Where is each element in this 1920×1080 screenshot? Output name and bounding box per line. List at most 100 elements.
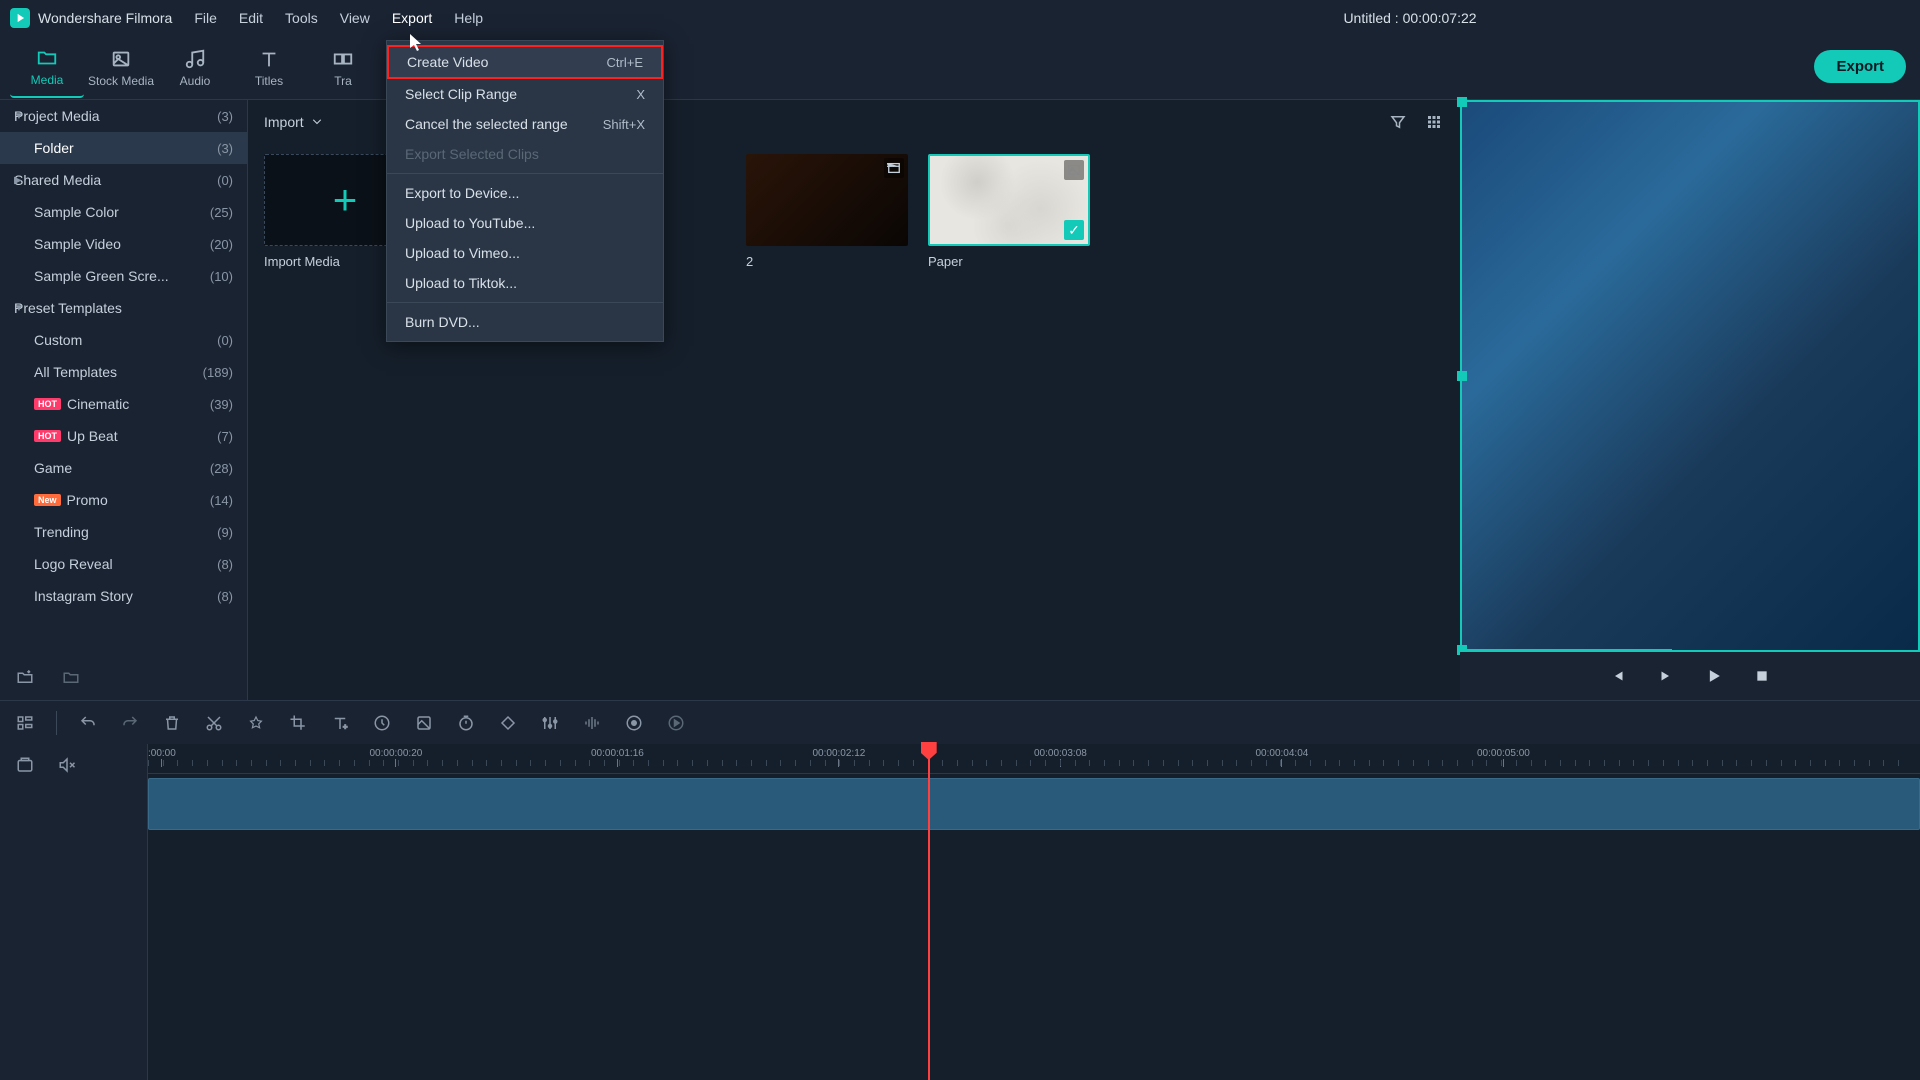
sidebar-item-shared-media[interactable]: ▶Shared Media(0) [0,164,247,196]
menu-item-select-clip-range[interactable]: Select Clip RangeX [387,79,663,109]
titles-icon [258,48,280,70]
cut-icon[interactable] [203,712,225,734]
new-folder-icon[interactable] [14,666,36,688]
sidebar-item-preset-templates[interactable]: ▼Preset Templates [0,292,247,324]
item-count: (3) [217,109,233,124]
ruler-tick: 00:00:01:16 [591,748,644,767]
expand-arrow: ▼ [14,111,24,122]
duration-icon[interactable] [455,712,477,734]
snapshot-icon[interactable] [14,754,36,776]
menu-file[interactable]: File [192,6,219,30]
marker-icon[interactable] [245,712,267,734]
sidebar-item-folder[interactable]: Folder(3) [0,132,247,164]
text-icon[interactable]: + [329,712,351,734]
undo-icon[interactable] [77,712,99,734]
sidebar-item-promo[interactable]: NewPromo(14) [0,484,247,516]
media-thumb[interactable]: ✓ [928,154,1090,246]
menu-help[interactable]: Help [452,6,485,30]
menu-item-export-to-device-[interactable]: Export to Device... [387,178,663,208]
sidebar-item-all-templates[interactable]: All Templates(189) [0,356,247,388]
item-count: (8) [217,589,233,604]
media-item[interactable]: ✓ Paper [928,154,1090,269]
filter-icon[interactable] [1388,112,1408,132]
timeline-area: :00:0000:00:00:2000:00:01:1600:00:02:120… [0,744,1920,1080]
sidebar-item-sample-color[interactable]: Sample Color(25) [0,196,247,228]
sidebar-item-instagram-story[interactable]: Instagram Story(8) [0,580,247,612]
video-badge-icon [884,158,904,178]
speed-icon[interactable] [371,712,393,734]
next-frame-button[interactable] [1654,664,1678,688]
menu-tools[interactable]: Tools [283,6,320,30]
preview-viewport[interactable] [1460,100,1920,652]
media-thumb[interactable] [746,154,908,246]
media-item[interactable]: 2 [746,154,908,269]
sidebar-item-up-beat[interactable]: HOTUp Beat(7) [0,420,247,452]
folder-icon[interactable] [60,666,82,688]
sidebar-item-custom[interactable]: Custom(0) [0,324,247,356]
menu-item-upload-to-vimeo-[interactable]: Upload to Vimeo... [387,238,663,268]
menu-item-burn-dvd-[interactable]: Burn DVD... [387,307,663,337]
item-count: (39) [210,397,233,412]
adjust-icon[interactable] [539,712,561,734]
sidebar-item-trending[interactable]: Trending(9) [0,516,247,548]
export-button[interactable]: Export [1814,50,1906,83]
tab-media[interactable]: Media [10,38,84,98]
expand-arrow: ▶ [14,175,22,186]
grid-view-icon[interactable] [1424,112,1444,132]
sidebar-item-project-media[interactable]: ▼Project Media(3) [0,100,247,132]
menu-item-cancel-the-selected-range[interactable]: Cancel the selected rangeShift+X [387,109,663,139]
stock media-icon [110,48,132,70]
tab-titles[interactable]: Titles [232,38,306,98]
prev-frame-button[interactable] [1606,664,1630,688]
ruler-tick: 00:00:00:20 [370,748,423,767]
menu-item-upload-to-youtube-[interactable]: Upload to YouTube... [387,208,663,238]
media-icon [36,47,58,69]
menu-export[interactable]: Export [390,6,434,30]
timeline-toolbar: + [0,700,1920,744]
stop-button[interactable] [1750,664,1774,688]
item-count: (20) [210,237,233,252]
audio-icon[interactable] [581,712,603,734]
sidebar-item-sample-video[interactable]: Sample Video(20) [0,228,247,260]
audio-icon [184,48,206,70]
track-options-icon[interactable] [14,712,36,734]
color-icon[interactable] [413,712,435,734]
timeline-clip[interactable] [148,778,1920,830]
playhead[interactable] [928,744,930,1080]
shortcut-label: Ctrl+E [607,55,643,70]
tab-stock-media[interactable]: Stock Media [84,38,158,98]
item-count: (0) [217,333,233,348]
sidebar-item-game[interactable]: Game(28) [0,452,247,484]
sidebar-item-cinematic[interactable]: HOTCinematic(39) [0,388,247,420]
mute-icon[interactable] [56,754,78,776]
menu-edit[interactable]: Edit [237,6,265,30]
shortcut-label: X [636,87,645,102]
keyframe-icon[interactable] [497,712,519,734]
item-count: (28) [210,461,233,476]
crop-icon[interactable] [287,712,309,734]
menu-view[interactable]: View [338,6,372,30]
redo-icon[interactable] [119,712,141,734]
sidebar-item-logo-reveal[interactable]: Logo Reveal(8) [0,548,247,580]
item-count: (8) [217,557,233,572]
preview-panel [1460,100,1920,700]
tab-tra[interactable]: Tra [306,38,380,98]
menu-item-upload-to-tiktok-[interactable]: Upload to Tiktok... [387,268,663,298]
menu-item-export-selected-clips: Export Selected Clips [387,139,663,169]
render-icon[interactable] [665,712,687,734]
timeline-ruler: :00:0000:00:00:2000:00:01:1600:00:02:120… [148,744,1920,774]
plus-icon: + [333,176,358,224]
tab-audio[interactable]: Audio [158,38,232,98]
ruler-tick: 00:00:04:04 [1256,748,1309,767]
delete-icon[interactable] [161,712,183,734]
hot-badge: HOT [34,398,61,410]
play-button[interactable] [1702,664,1726,688]
menu-item-create-video[interactable]: Create VideoCtrl+E [387,45,663,79]
import-dropdown[interactable]: Import [264,114,322,130]
item-count: (0) [217,173,233,188]
record-icon[interactable] [623,712,645,734]
sidebar-item-sample-green-scre-[interactable]: Sample Green Scre...(10) [0,260,247,292]
media-label: Paper [928,254,1090,269]
item-count: (25) [210,205,233,220]
shortcut-label: Shift+X [603,117,645,132]
